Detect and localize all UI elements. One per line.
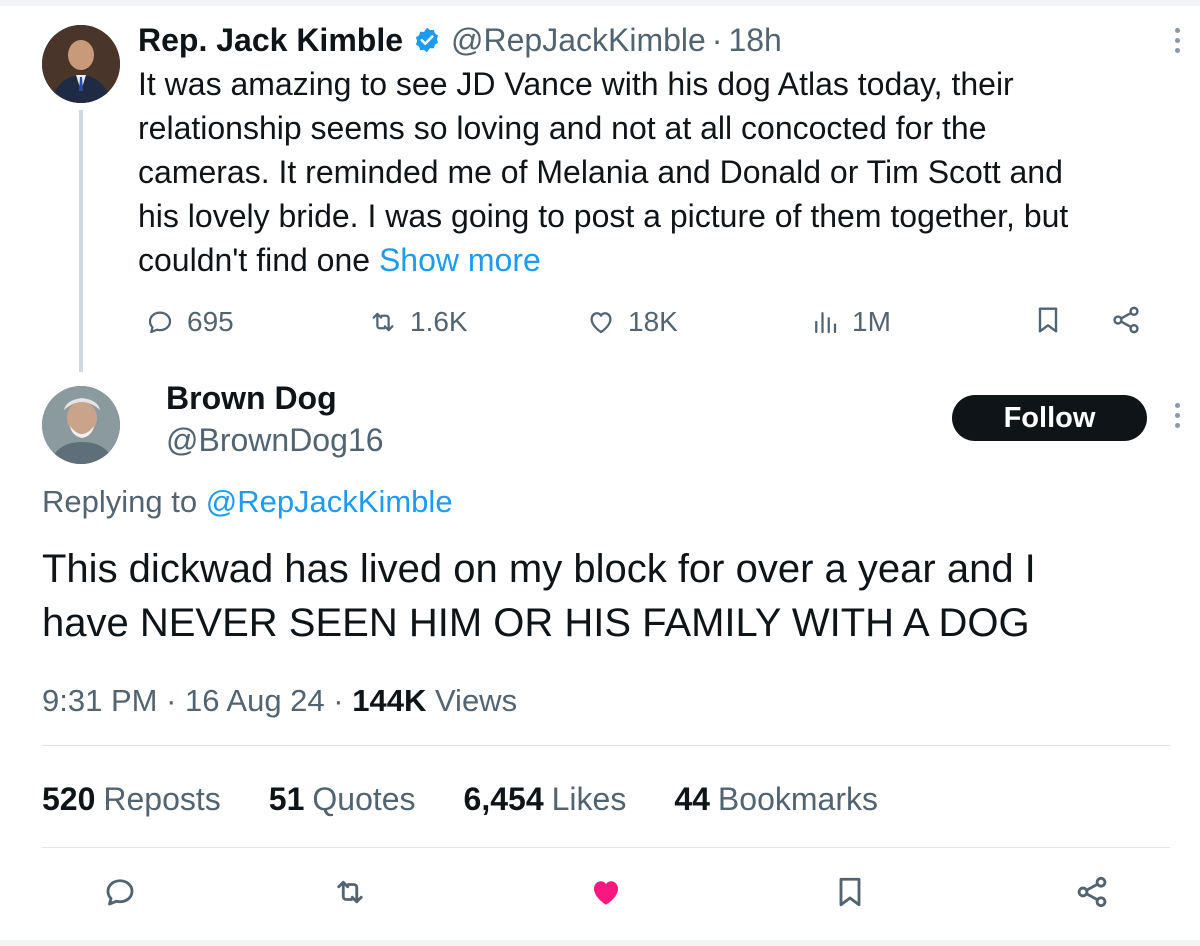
parent-tweet-body: It was amazing to see JD Vance with his …	[138, 62, 1188, 282]
reply-tweet-body: This dickwad has lived on my block for o…	[42, 542, 1162, 650]
avatar-rep-jack-kimble[interactable]	[42, 25, 120, 103]
like-button[interactable]: 18K	[586, 302, 678, 342]
share-icon	[1113, 306, 1139, 334]
repost-button[interactable]: 1.6K	[368, 302, 468, 342]
replying-to-handle-link[interactable]: @RepJackKimble	[206, 484, 453, 519]
bottom-divider	[0, 940, 1200, 946]
body-line-last: couldn't find one Show more	[138, 238, 1188, 282]
body-line: his lovely bride. I was going to post a …	[138, 198, 1069, 234]
body-line: It was amazing to see JD Vance with his …	[138, 66, 1014, 102]
share-button[interactable]	[1072, 872, 1112, 912]
reply-author-name[interactable]: Brown Dog	[166, 380, 337, 417]
separator-dot: ·	[711, 21, 723, 58]
stat-quotes-count: 51	[268, 781, 305, 817]
reply-button[interactable]	[100, 872, 140, 912]
stat-bookmarks-label: Bookmarks	[717, 781, 878, 817]
views-button[interactable]: 1M	[810, 302, 891, 342]
author-handle[interactable]: @RepJackKimble	[451, 22, 706, 59]
repost-count: 1.6K	[410, 306, 468, 337]
tweet-time[interactable]: 9:31 PM	[42, 683, 157, 718]
engagement-stats: 520 Reposts 51 Quotes 6,454 Likes 44 Bookmar…	[42, 781, 926, 818]
stat-likes[interactable]: 6,454 Likes	[464, 781, 627, 818]
stat-reposts[interactable]: 520 Reposts	[42, 781, 221, 818]
more-icon[interactable]	[1173, 403, 1181, 428]
reply-button[interactable]: 695	[145, 302, 234, 342]
show-more-link[interactable]: Show more	[379, 242, 541, 278]
reply-author-handle[interactable]: @BrownDog16	[166, 422, 383, 459]
share-icon	[1077, 876, 1107, 908]
divider	[42, 847, 1170, 848]
reply-icon	[106, 879, 134, 906]
tweet-timestamp[interactable]: 18h	[728, 22, 781, 59]
replying-prefix: Replying to	[42, 484, 206, 519]
share-button[interactable]	[1110, 304, 1142, 341]
verified-badge-icon	[415, 27, 439, 53]
stat-likes-count: 6,454	[463, 781, 544, 817]
stat-quotes[interactable]: 51 Quotes	[269, 781, 416, 818]
views-icon	[815, 312, 837, 334]
stat-bookmarks-count: 44	[674, 781, 710, 817]
views-count: 144K	[352, 683, 427, 718]
body-line: have NEVER SEEN HIM OR HIS FAMILY WITH A…	[42, 601, 1030, 645]
heart-filled-icon	[594, 881, 618, 905]
replying-to-line: Replying to @RepJackKimble	[42, 484, 453, 520]
views-label: Views	[426, 683, 518, 718]
stat-likes-label: Likes	[551, 781, 627, 817]
repost-icon	[337, 880, 363, 904]
bookmark-button[interactable]	[830, 872, 870, 912]
parent-tweet-header: Rep. Jack Kimble @RepJackKimble · 18h	[138, 20, 782, 60]
stat-bookmarks[interactable]: 44 Bookmarks	[674, 781, 878, 818]
bookmark-icon	[1038, 307, 1058, 333]
tweet-meta: 9:31 PM · 16 Aug 24 · 144K Views	[42, 683, 517, 719]
like-count: 18K	[628, 306, 678, 337]
heart-icon	[590, 312, 612, 334]
separator-dot: ·	[157, 683, 186, 718]
divider	[42, 745, 1170, 746]
reply-count: 695	[187, 306, 234, 337]
body-line: couldn't find one	[138, 242, 379, 278]
stat-reposts-label: Reposts	[103, 781, 221, 817]
bookmark-button[interactable]	[1032, 304, 1064, 341]
stat-reposts-count: 520	[42, 781, 96, 817]
stat-quotes-label: Quotes	[312, 781, 416, 817]
reply-icon	[148, 311, 172, 334]
more-icon[interactable]	[1173, 28, 1181, 53]
repost-button[interactable]	[330, 872, 370, 912]
top-divider	[0, 0, 1200, 6]
separator-dot: ·	[324, 683, 353, 718]
body-line: cameras. It reminded me of Melania and D…	[138, 154, 1063, 190]
avatar-brown-dog[interactable]	[42, 386, 120, 464]
tweet-date[interactable]: 16 Aug 24	[185, 683, 325, 718]
thread-connector-line	[79, 110, 83, 372]
views-count: 1M	[852, 306, 891, 337]
repost-icon	[372, 312, 394, 332]
author-name[interactable]: Rep. Jack Kimble	[138, 22, 403, 59]
body-line: relationship seems so loving and not at …	[138, 110, 987, 146]
body-line: This dickwad has lived on my block for o…	[42, 547, 1036, 591]
follow-button[interactable]: Follow	[952, 395, 1147, 441]
like-button[interactable]	[586, 872, 626, 912]
bookmark-icon	[839, 877, 861, 907]
